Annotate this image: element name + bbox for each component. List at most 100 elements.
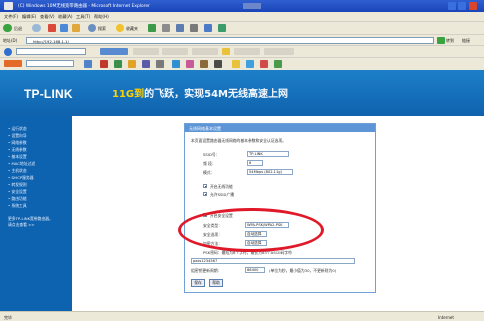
sidebar-promo-link[interactable]: 请点击查看 >> — [8, 222, 35, 228]
slogan-prefix: 11G到 — [112, 89, 145, 100]
toolbar-search-button[interactable] — [100, 48, 128, 55]
browser-window: (C) Windows 10M无线宽带路由器 - Microsoft Inter… — [0, 0, 484, 321]
ssid-field[interactable]: TP-LINK — [247, 151, 289, 157]
edit-icon[interactable] — [204, 24, 212, 32]
toolbar-popup-button[interactable] — [234, 48, 260, 55]
address-input[interactable]: http://192.168.1.1/ — [26, 37, 434, 44]
mail-icon[interactable] — [176, 24, 184, 32]
go-label[interactable]: 转到 — [446, 38, 454, 44]
tplink-logo: TP-LINK — [24, 87, 73, 101]
minimize-button[interactable] — [448, 2, 456, 10]
ie-icon — [4, 2, 13, 10]
panel-title: 无线网络基本设置 — [189, 125, 221, 131]
ssid-broadcast-checkbox[interactable] — [203, 192, 207, 196]
enable-wireless-checkbox[interactable] — [203, 184, 207, 188]
media-icon[interactable] — [148, 24, 156, 32]
panel-intro: 本页面设置路由器无线网络的基本参数和安全认证选项。 — [191, 138, 286, 143]
plugin-news-icon[interactable] — [114, 60, 122, 68]
menu-edit[interactable]: 编辑(E) — [22, 14, 36, 20]
stop-icon[interactable] — [48, 24, 56, 32]
panel-header: 无线网络基本设置 — [185, 124, 375, 132]
sidebar-item-security[interactable]: • 安全设置 — [8, 189, 27, 195]
toolbar-images-button[interactable] — [133, 48, 159, 55]
channel-label: 频 段： — [203, 161, 216, 166]
sidebar-item-status[interactable]: • 运行状态 — [8, 126, 27, 132]
plugin-game-icon[interactable] — [274, 60, 282, 68]
google-icon[interactable] — [4, 48, 12, 56]
title-bar: (C) Windows 10M无线宽带路由器 - Microsoft Inter… — [0, 0, 484, 12]
plugin-cloud-icon[interactable] — [246, 60, 254, 68]
status-zone: Internet — [438, 314, 454, 320]
mode-select[interactable]: 54Mbps (802.11g) — [247, 169, 293, 175]
annotation-ellipse — [178, 208, 324, 252]
enable-wireless-label: 开启无线功能 — [210, 183, 233, 189]
status-text: 完毕 — [4, 314, 12, 320]
history-icon[interactable] — [162, 24, 170, 32]
menu-bar: 文件(F) 编辑(E) 查看(V) 收藏(A) 工具(T) 帮助(H) — [0, 12, 484, 21]
toolbar-more-button[interactable] — [192, 48, 218, 55]
slogan-suffix: 的飞跃，实现54M无线高速上网 — [144, 89, 288, 100]
plugin-shop-icon[interactable] — [200, 60, 208, 68]
router-sidebar: • 运行状态 • 设置向导 • 网络参数 • 无线参数 • 基本设置 • MAC… — [0, 116, 72, 311]
address-label: 地址(D) — [3, 38, 18, 43]
plugin-photo-icon[interactable] — [186, 60, 194, 68]
address-value: http://192.168.1.1/ — [33, 38, 69, 44]
links-label[interactable]: 链接 — [462, 38, 470, 44]
plugin-translate-icon[interactable] — [214, 60, 222, 68]
search-label[interactable]: 搜索 — [98, 26, 106, 32]
ssid-broadcast-label: 允许SSID广播 — [210, 191, 235, 197]
pagerank-icon — [222, 48, 230, 55]
favorites-icon[interactable] — [116, 24, 124, 32]
plugin-search-icon[interactable] — [84, 60, 92, 68]
menu-tools[interactable]: 工具(T) — [76, 14, 90, 20]
sidebar-item-mac-filter[interactable]: • MAC地址过滤 — [8, 161, 35, 167]
menu-view[interactable]: 查看(V) — [40, 14, 55, 20]
sidebar-item-forwarding[interactable]: • 转发规则 — [8, 182, 27, 188]
favorites-label[interactable]: 收藏夹 — [126, 26, 138, 32]
wireless-settings-panel: 无线网络基本设置 本页面设置路由器无线网络的基本参数和安全认证选项。 SSID号… — [184, 123, 376, 293]
plugin-settings-icon[interactable] — [156, 60, 164, 68]
sidebar-item-host-status[interactable]: • 主机状态 — [8, 168, 27, 174]
back-label[interactable]: 后退 — [14, 26, 22, 32]
menu-favorites[interactable]: 收藏(A) — [58, 14, 73, 20]
menu-file[interactable]: 文件(F) — [4, 14, 18, 20]
toolbar-search-input[interactable] — [16, 48, 86, 55]
standard-toolbar: 后退 搜索 收藏夹 — [0, 21, 484, 34]
forward-icon[interactable] — [32, 24, 41, 32]
group-key-label: 组密钥更新周期： — [191, 268, 222, 273]
header-slogan: 11G到的飞跃，实现54M无线高速上网 — [112, 85, 288, 100]
sidebar-item-basic[interactable]: • 基本设置 — [8, 154, 27, 160]
plugin-music-icon[interactable] — [128, 60, 136, 68]
sidebar-item-wireless[interactable]: • 无线参数 — [8, 147, 27, 153]
refresh-icon[interactable] — [60, 24, 68, 32]
group-key-field[interactable]: 86400 — [245, 267, 265, 273]
toolbar-news-button[interactable] — [162, 48, 188, 55]
plugin-star-icon[interactable] — [232, 60, 240, 68]
back-icon[interactable] — [3, 24, 12, 32]
taskbar-thumb — [243, 3, 261, 9]
search-icon[interactable] — [88, 24, 96, 32]
channel-select[interactable]: 6 — [247, 160, 263, 166]
plugin-blog-icon[interactable] — [172, 60, 180, 68]
menu-help[interactable]: 帮助(H) — [94, 14, 109, 20]
print-icon[interactable] — [190, 24, 198, 32]
go-icon[interactable] — [437, 37, 445, 44]
plugin-alert-icon[interactable] — [260, 60, 268, 68]
sidebar-item-routing[interactable]: • 路由功能 — [8, 196, 27, 202]
toolbar-autofill-button[interactable] — [264, 48, 294, 55]
close-button[interactable] — [469, 2, 477, 10]
sidebar-item-dhcp[interactable]: • DHCP服务器 — [8, 175, 34, 181]
address-toolbar: 地址(D) http://192.168.1.1/ 转到 链接 — [0, 34, 484, 45]
plugin-mail-icon[interactable] — [100, 60, 108, 68]
sidebar-item-system-tools[interactable]: • 系统工具 — [8, 203, 27, 209]
save-button[interactable]: 保存 — [191, 279, 205, 287]
discuss-icon[interactable] — [218, 24, 226, 32]
sidebar-item-wizard[interactable]: • 设置向导 — [8, 133, 27, 139]
maximize-button[interactable] — [458, 2, 466, 10]
psk-password-field[interactable]: pass1234567 — [191, 258, 355, 264]
plugin-video-icon[interactable] — [142, 60, 150, 68]
sidebar-item-network[interactable]: • 网络参数 — [8, 140, 27, 146]
home-icon[interactable] — [72, 24, 80, 32]
help-button[interactable]: 帮助 — [209, 279, 223, 287]
plugin-search-input[interactable] — [26, 60, 74, 67]
